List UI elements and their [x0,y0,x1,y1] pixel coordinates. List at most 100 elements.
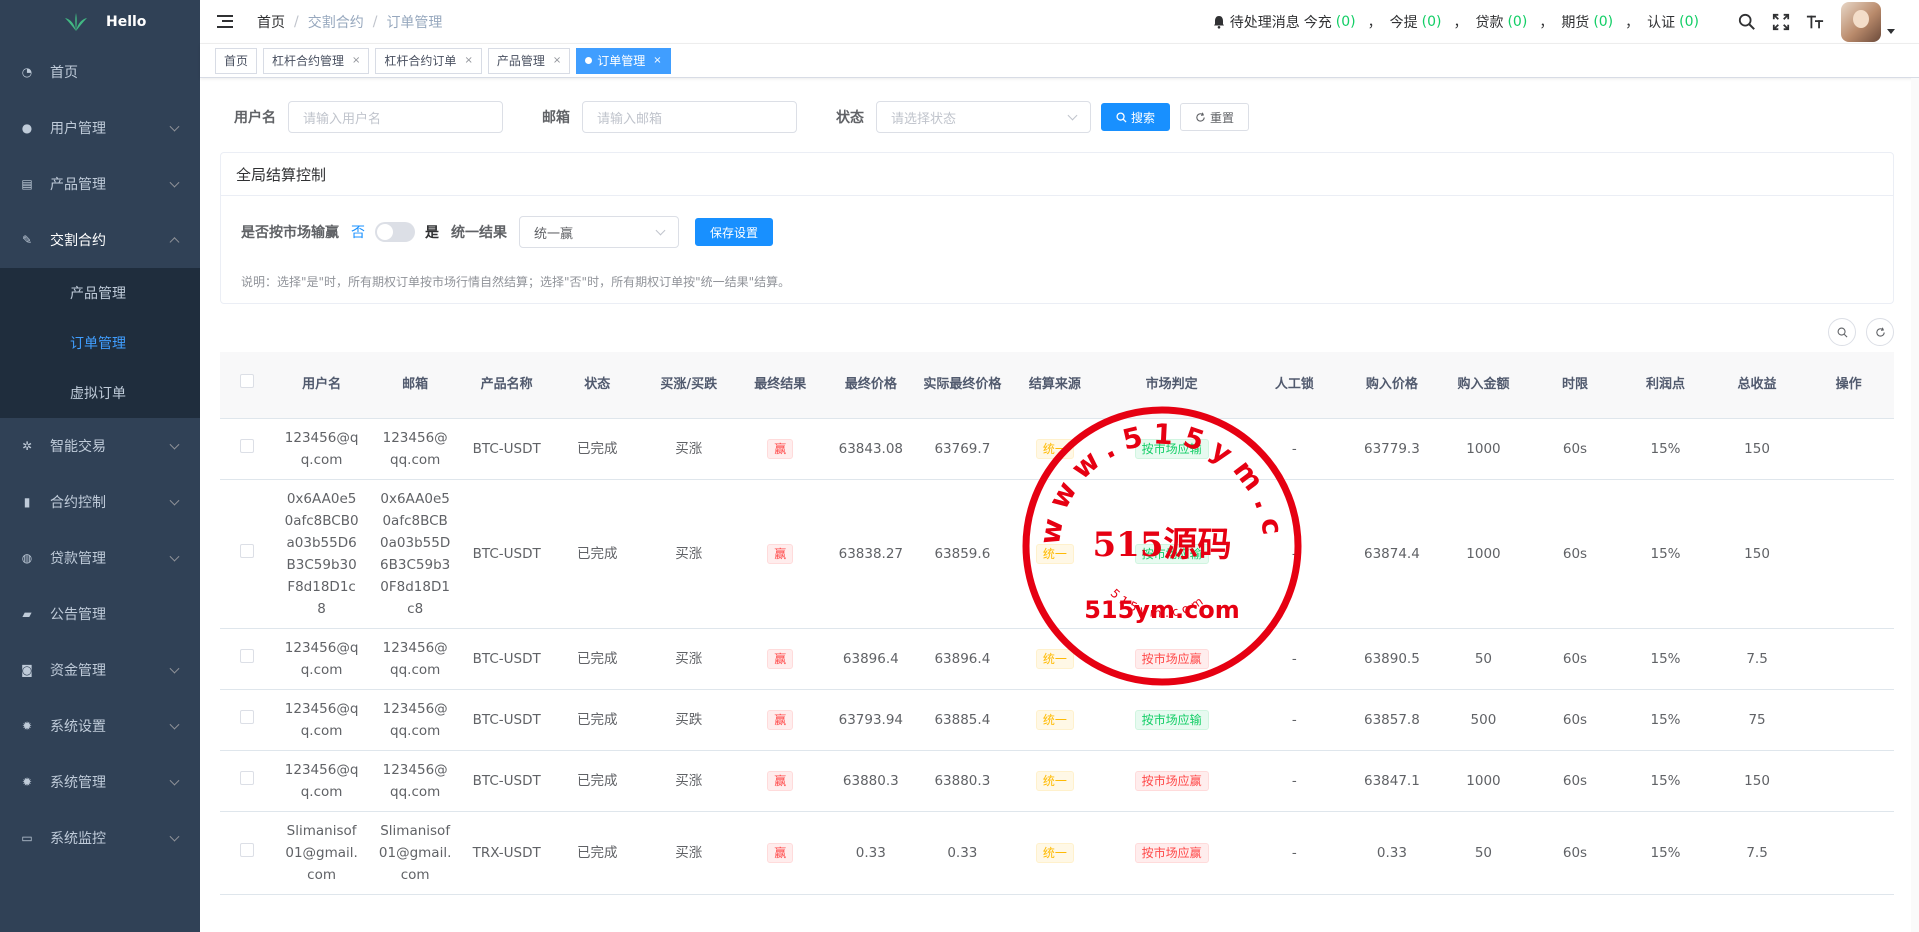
sidebar-item[interactable]: ✹ 系统管理 [0,754,200,810]
caret-down-icon[interactable] [1887,28,1895,34]
table-cell: 50 [1437,628,1530,690]
table-cell: 统一 [1008,628,1102,690]
submenu-item[interactable]: 产品管理 [0,268,200,318]
search-button[interactable]: 搜索 [1101,103,1171,131]
table-cell: 已完成 [551,811,643,895]
refresh-icon [1196,112,1205,122]
pending-notice[interactable]: 待处理消息 今充 (0)，今提 (0)，贷款 (0)，期货 (0)，认证 (0) [1212,12,1703,32]
sidebar-item-label: 系统监控 [50,831,106,847]
sidebar-item[interactable]: ▰ 公告管理 [0,586,200,642]
table-cell: 买涨 [642,628,736,690]
notice-item-label[interactable]: 今提 [1390,12,1418,32]
table-cell: 1000 [1437,418,1530,480]
tag-label: 杠杆合约管理 [272,54,345,68]
refresh-button[interactable] [1866,318,1894,346]
breadcrumb-home[interactable]: 首页 [257,12,285,32]
column-header: 操作 [1803,352,1894,419]
table-cell: 60s [1529,750,1621,812]
notice-item-label[interactable]: 贷款 [1475,12,1503,32]
tag-item[interactable]: 杠杆合约管理 × [263,47,370,74]
notice-item-label[interactable]: 期货 [1561,12,1589,32]
table-cell[interactable] [1803,750,1894,812]
settlement-settings-card: 全局结算控制 是否按市场输赢 否 是 统一结果 统一赢 保存设置 说明：选择"是… [220,152,1894,304]
table-cell: 按市场应输 [1101,479,1243,629]
table-cell: 按市场应赢 [1101,750,1243,812]
close-icon[interactable]: × [553,55,561,66]
chevron-down-icon [169,551,180,562]
sidebar-item[interactable]: ● 用户管理 [0,100,200,156]
tag-item[interactable]: 订单管理 × [576,47,671,74]
row-checkbox[interactable] [240,842,255,857]
submenu-item[interactable]: 订单管理 [0,318,200,368]
table-cell[interactable] [1803,418,1894,480]
table-cell: 60s [1529,418,1621,480]
sidebar-item[interactable]: ◔ 首页 [0,44,200,100]
source-badge: 统一 [1035,842,1074,863]
table-cell: 赢 [735,628,826,690]
username-input[interactable]: 请输入用户名 [288,101,503,133]
scrollbar[interactable] [1911,78,1919,932]
email-input[interactable]: 请输入邮箱 [582,101,797,133]
chevron-down-icon [169,121,180,132]
tag-item[interactable]: 产品管理 × [487,47,571,74]
close-icon[interactable]: × [464,55,472,66]
submenu-item[interactable]: 虚拟订单 [0,368,200,418]
sidebar-item[interactable]: ▤ 产品管理 [0,156,200,212]
row-checkbox[interactable] [240,709,255,724]
status-select[interactable]: 请选择状态 [876,101,1091,133]
notice-item-label[interactable]: 今充 [1304,12,1332,32]
column-header: 结算来源 [1008,352,1102,419]
sidebar-item[interactable]: ✲ 智能交易 [0,418,200,474]
breadcrumb-parent[interactable]: 交割合约 [308,12,364,32]
row-checkbox[interactable] [240,770,255,785]
tag-item[interactable]: 首页 [215,47,258,74]
market-switch[interactable] [375,222,415,242]
logo-icon [65,13,87,31]
sidebar-item[interactable]: ◍ 贷款管理 [0,530,200,586]
save-settings-button[interactable]: 保存设置 [695,218,774,246]
table-cell: 500 [1437,689,1530,751]
sidebar-item[interactable]: ◙ 资金管理 [0,642,200,698]
table-cell[interactable] [1803,811,1894,895]
user-avatar[interactable] [1841,2,1881,42]
select-all-checkbox[interactable] [240,373,255,388]
result-select[interactable]: 统一赢 [519,216,679,248]
table-cell: 按市场应输 [1101,689,1243,751]
table-row: 123456@qq.com 123456@qq.com BTC-USDT 已完成 买跌赢… [220,689,1894,751]
app-title: Hello [106,14,147,30]
close-icon[interactable]: × [653,55,661,66]
fullscreen-icon[interactable] [1771,12,1791,32]
table-cell: 已完成 [551,750,643,812]
search-toggle-button[interactable] [1828,318,1856,346]
status-label: 状态 [836,110,864,126]
sidebar-item[interactable]: ✹ 系统设置 [0,698,200,754]
table-cell: 63779.3 [1346,418,1438,480]
reset-button[interactable]: 重置 [1180,103,1250,131]
gear-small-icon: ✲ [21,439,33,453]
table-cell: 0.33 [916,811,1009,895]
search-icon[interactable] [1737,12,1757,32]
hamburger-icon[interactable] [217,15,233,28]
notice-item-label[interactable]: 认证 [1647,12,1675,32]
table-cell[interactable] [1803,628,1894,690]
source-badge: 统一 [1035,648,1074,669]
sidebar-item[interactable]: ▮ 合约控制 [0,474,200,530]
table-cell[interactable] [1803,479,1894,629]
sidebar-item[interactable]: ▭ 系统监控 [0,810,200,866]
row-checkbox[interactable] [240,438,255,453]
row-checkbox[interactable] [240,543,255,558]
column-header: 购入金额 [1437,352,1530,419]
sidebar-item[interactable]: ✎ 交割合约 [0,212,200,268]
table-cell: - [1242,418,1347,480]
table-cell: 123456@qq.com [274,418,369,480]
table-cell: 已完成 [551,628,643,690]
column-header: 人工锁 [1242,352,1347,419]
row-checkbox[interactable] [240,648,255,663]
tag-item[interactable]: 杠杆合约订单 × [375,47,482,74]
close-icon[interactable]: × [352,55,360,66]
font-size-icon[interactable] [1805,12,1825,32]
notice-separator: ， [1367,15,1382,31]
breadcrumb-separator: / [294,13,299,30]
table-cell[interactable] [1803,689,1894,751]
logo[interactable]: Hello [0,0,200,44]
